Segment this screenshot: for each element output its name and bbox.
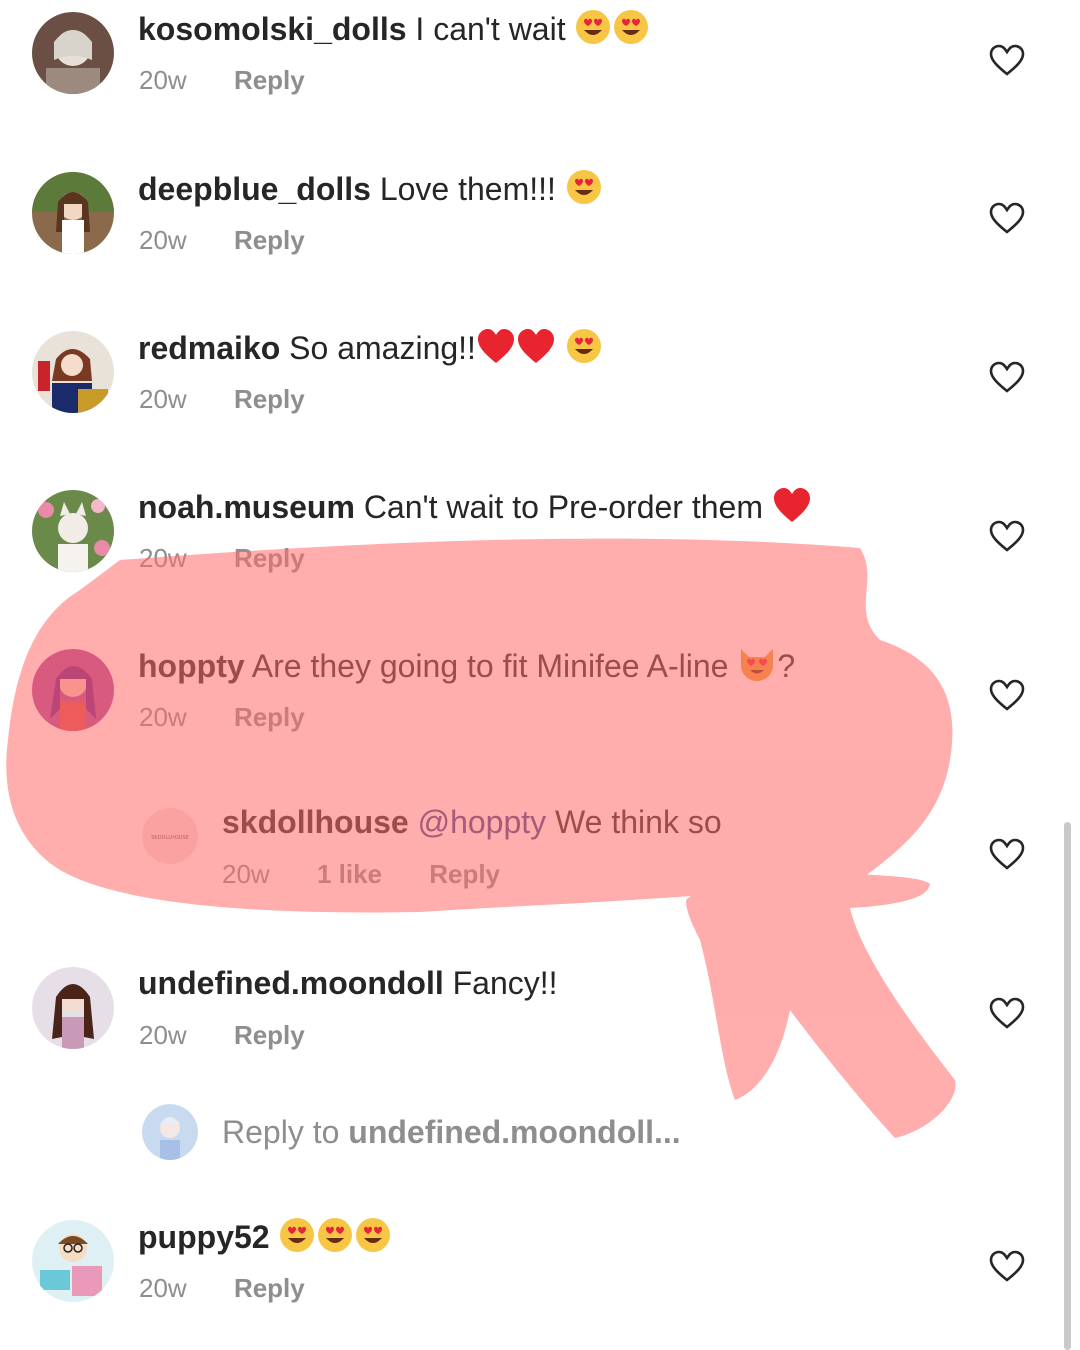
reply-button[interactable]: Reply <box>234 1019 305 1051</box>
comment-body: I can't wait <box>415 10 566 47</box>
mention-link[interactable]: @hoppty <box>418 804 547 840</box>
comment-body: We think so <box>555 804 722 840</box>
like-heart-icon[interactable] <box>989 520 1025 552</box>
reply-button[interactable]: Reply <box>429 858 500 890</box>
reply-button[interactable]: Reply <box>234 64 305 96</box>
comment-time: 20w <box>139 384 187 414</box>
comment-body: Love them!!! <box>379 170 556 207</box>
comment-time: 20w <box>139 1273 187 1303</box>
avatar[interactable] <box>32 490 114 572</box>
reply-to-text[interactable]: Reply to undefined.moondoll... <box>222 1114 681 1151</box>
red-heart-emoji-icon <box>772 486 812 533</box>
comment-text: hoppty Are they going to fit Minifee A-l… <box>138 645 795 692</box>
heart-eyes-emoji-icon <box>354 1216 392 1263</box>
red-heart-emoji-icon <box>516 327 556 374</box>
comment-time: 20w <box>139 543 187 573</box>
comment-body: Can't wait to Pre-order them <box>363 488 763 525</box>
like-heart-icon[interactable] <box>989 1250 1025 1282</box>
comment-text: noah.museum Can't wait to Pre-order them <box>138 486 812 533</box>
like-heart-icon[interactable] <box>989 361 1025 393</box>
comment-username[interactable]: undefined.moondoll <box>138 965 444 1001</box>
heart-eyes-emoji-icon <box>316 1216 354 1263</box>
comment-time: 20w <box>222 859 270 889</box>
comment-meta: 20w Reply <box>139 64 345 96</box>
comment-text: skdollhouse @hoppty We think so <box>222 802 722 842</box>
avatar[interactable] <box>32 331 114 413</box>
red-heart-emoji-icon <box>476 327 516 374</box>
comment-username[interactable]: deepblue_dolls <box>138 171 371 207</box>
comment-text: undefined.moondoll Fancy!! <box>138 963 558 1003</box>
heart-eyes-emoji-icon <box>574 8 612 55</box>
comment-time: 20w <box>139 702 187 732</box>
comment-text: kosomolski_dolls I can't wait <box>138 8 650 55</box>
heart-eyes-emoji-icon <box>278 1216 316 1263</box>
heart-eyes-emoji-icon <box>565 168 603 215</box>
comment-meta: 20w Reply <box>139 1272 345 1304</box>
comment-time: 20w <box>139 65 187 95</box>
avatar[interactable] <box>32 172 114 254</box>
like-heart-icon[interactable] <box>989 997 1025 1029</box>
comment-body: Are they going to fit Minifee A-line <box>251 647 729 684</box>
like-heart-icon[interactable] <box>989 838 1025 870</box>
heart-eyes-emoji-icon <box>565 327 603 374</box>
avatar-logo-text: SKDOLLHOUSE <box>151 835 189 841</box>
avatar[interactable] <box>32 1220 114 1302</box>
reply-button[interactable]: Reply <box>234 1272 305 1304</box>
comment-text: redmaiko So amazing!! <box>138 327 603 374</box>
likes-count[interactable]: 1 like <box>317 858 382 890</box>
reply-button[interactable]: Reply <box>234 542 305 574</box>
comment-time: 20w <box>139 1020 187 1050</box>
comment-meta: 20w Reply <box>139 542 345 574</box>
avatar[interactable] <box>32 649 114 731</box>
comment-time: 20w <box>139 225 187 255</box>
comment-suffix: ? <box>777 647 796 684</box>
comment-meta: 20w Reply <box>139 1019 345 1051</box>
comment-meta: 20w Reply <box>139 701 345 733</box>
reply-button[interactable]: Reply <box>234 224 305 256</box>
highlight-arrow <box>686 869 956 1138</box>
comment-meta: 20w Reply <box>139 224 345 256</box>
comment-body: Fancy!! <box>452 965 558 1001</box>
avatar[interactable] <box>32 967 114 1049</box>
like-heart-icon[interactable] <box>989 202 1025 234</box>
like-heart-icon[interactable] <box>989 679 1025 711</box>
reply-to-prefix: Reply to <box>222 1114 340 1150</box>
like-heart-icon[interactable] <box>989 44 1025 76</box>
comment-text: puppy52 <box>138 1216 392 1263</box>
avatar[interactable] <box>32 12 114 94</box>
comment-username[interactable]: puppy52 <box>138 1219 270 1255</box>
scrollbar[interactable] <box>1064 822 1071 1350</box>
comment-meta: 20w 1 like Reply <box>222 858 540 890</box>
comment-username[interactable]: noah.museum <box>138 489 355 525</box>
comment-text: deepblue_dolls Love them!!! <box>138 168 603 215</box>
heart-eyes-cat-emoji-icon <box>737 645 777 692</box>
comment-username[interactable]: hoppty <box>138 648 245 684</box>
comment-username[interactable]: redmaiko <box>138 330 280 366</box>
comment-username[interactable]: kosomolski_dolls <box>138 11 407 47</box>
reply-to-username: undefined.moondoll... <box>348 1114 681 1150</box>
comment-meta: 20w Reply <box>139 383 345 415</box>
reply-button[interactable]: Reply <box>234 701 305 733</box>
avatar[interactable]: SKDOLLHOUSE <box>142 808 198 864</box>
reply-button[interactable]: Reply <box>234 383 305 415</box>
own-avatar <box>142 1104 198 1160</box>
comment-body: So amazing!! <box>289 329 476 366</box>
heart-eyes-emoji-icon <box>612 8 650 55</box>
comment-username[interactable]: skdollhouse <box>222 804 409 840</box>
